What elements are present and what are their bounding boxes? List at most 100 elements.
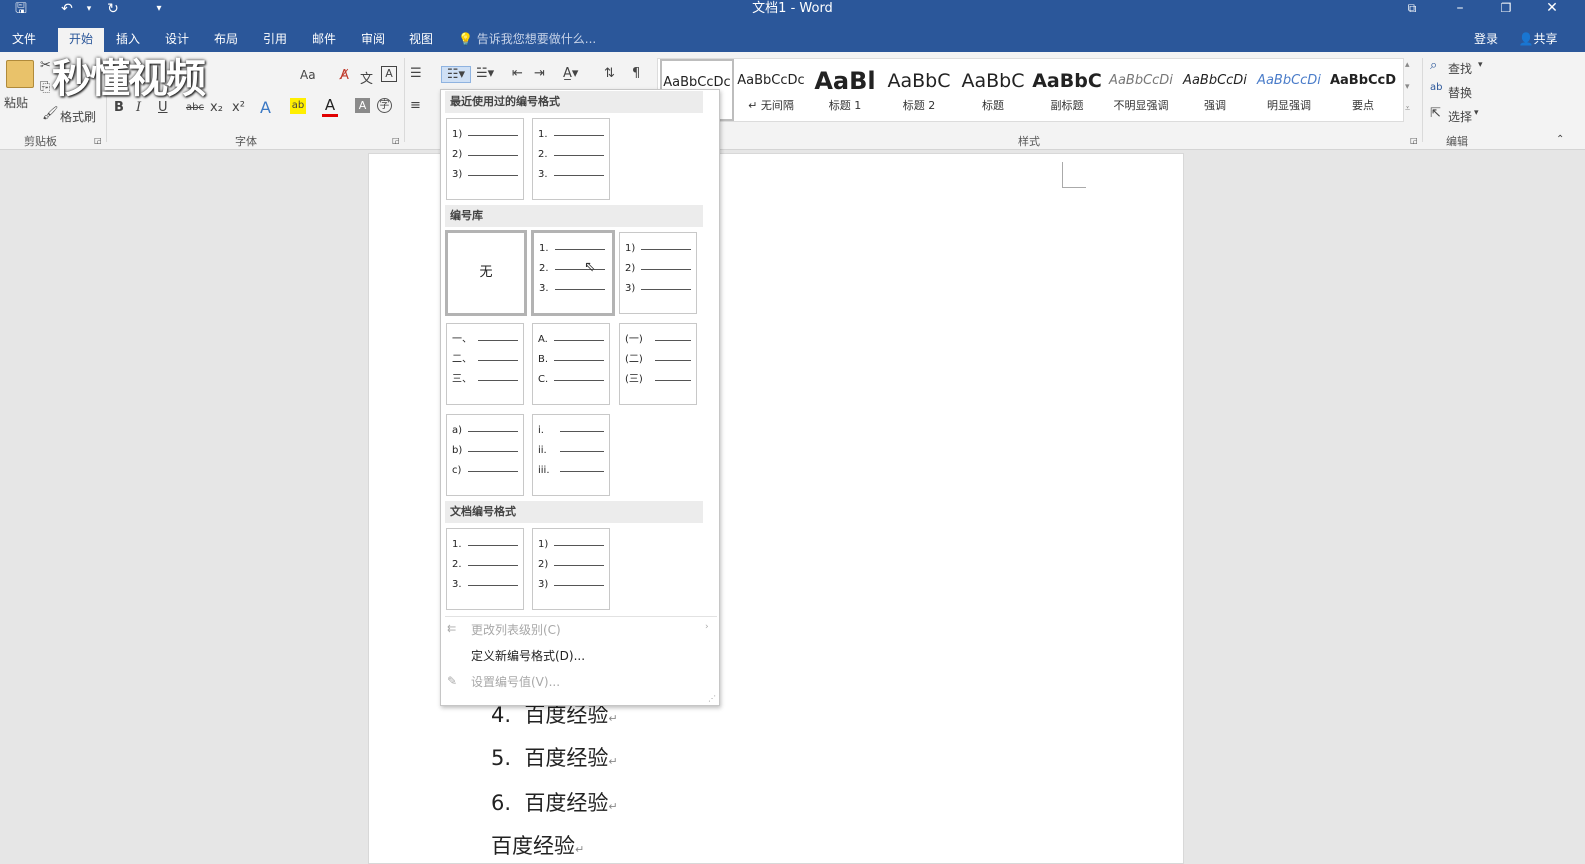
styles-scroll-down-icon[interactable]: ▾	[1405, 82, 1410, 92]
bullets-icon[interactable]: ☰	[410, 66, 422, 81]
lightbulb-icon: 💡	[458, 32, 473, 46]
replace-button[interactable]: 替换	[1448, 84, 1472, 101]
library-format-chinese[interactable]: 一、 二、 三、	[446, 323, 524, 405]
tell-me-box[interactable]: 💡 告诉我您想要做什么...	[458, 28, 596, 52]
paragraph-mark: ↵	[608, 800, 618, 813]
show-marks-icon[interactable]: ¶	[632, 66, 640, 81]
tab-mailings[interactable]: 邮件	[304, 28, 344, 52]
style-title[interactable]: AaBbC 标题	[956, 59, 1030, 121]
person-icon: 👤	[1518, 32, 1534, 46]
library-format-lower-alpha[interactable]: a) b) c)	[446, 414, 524, 496]
font-color-icon[interactable]: A	[322, 96, 338, 117]
recent-format-paren[interactable]: 1) 2) 3)	[446, 118, 524, 200]
style-preview: AaBbCcDc	[737, 73, 805, 88]
change-case-button[interactable]: Aa	[300, 68, 316, 82]
library-format-dot[interactable]: 1. 2. 3. ⇖	[531, 230, 615, 316]
login-link[interactable]: 登录	[1466, 28, 1506, 52]
style-emphasis[interactable]: AaBbCcDi 强调	[1178, 59, 1252, 121]
align-left-icon[interactable]: ≡	[410, 98, 421, 113]
phonetic-guide-icon[interactable]: 文	[360, 68, 373, 87]
paste-button-label[interactable]: 粘贴	[4, 94, 28, 111]
recent-formats-header: 最近使用过的编号格式	[445, 91, 703, 113]
library-format-paren[interactable]: 1) 2) 3)	[619, 232, 697, 314]
paste-icon[interactable]	[6, 60, 34, 88]
select-icon[interactable]: ⇱	[1430, 106, 1441, 121]
ribbon-tabs: 文件 开始 插入 设计 布局 引用 邮件 审阅 视图 💡 告诉我您想要做什么..…	[0, 28, 1585, 52]
set-value-icon: ✎	[447, 674, 458, 688]
library-format-chinese-paren[interactable]: (一) (二) (三)	[619, 323, 697, 405]
restore-button[interactable]: ❐	[1486, 0, 1526, 18]
select-button[interactable]: 选择	[1448, 108, 1472, 125]
numbering-button-active[interactable]: ☷▾	[441, 66, 471, 83]
tab-layout[interactable]: 布局	[206, 28, 246, 52]
increase-indent-icon[interactable]: ⇥	[534, 66, 545, 81]
tab-view[interactable]: 视图	[401, 28, 441, 52]
style-subtitle[interactable]: AaBbC 副标题	[1030, 59, 1104, 121]
style-no-spacing[interactable]: AaBbCcDc ↵ 无间隔	[734, 59, 808, 121]
paragraph-text: 百度经验	[491, 834, 575, 858]
character-border-icon[interactable]: A	[381, 66, 397, 82]
style-name: 标题	[982, 99, 1004, 112]
numbering-none-tile[interactable]: 无	[445, 230, 527, 316]
ribbon-display-options-icon[interactable]: ⧉	[1392, 0, 1432, 18]
format-painter-icon[interactable]: 🖌	[42, 106, 59, 121]
select-dropdown-icon[interactable]: ▾	[1474, 108, 1479, 118]
style-heading-2[interactable]: AaBbC 标题 2	[882, 59, 956, 121]
paragraph[interactable]: 百度经验↵	[491, 830, 584, 860]
style-preview: AaBbC	[961, 70, 1025, 92]
replace-icon[interactable]: ab	[1430, 82, 1442, 93]
margin-corner-mark	[1062, 162, 1086, 188]
format-painter-label[interactable]: 格式刷	[60, 108, 96, 125]
decrease-indent-icon[interactable]: ⇤	[512, 66, 523, 81]
share-button[interactable]: 👤共享	[1510, 28, 1566, 52]
find-button[interactable]: 查找	[1448, 60, 1472, 77]
style-intense-emphasis[interactable]: AaBbCcDi 明显强调	[1252, 59, 1326, 121]
list-item[interactable]: 6. 百度经验↵	[491, 787, 618, 817]
find-icon[interactable]: ⌕	[1430, 58, 1437, 73]
style-name: 标题 2	[902, 99, 936, 112]
chinese-layout-icon[interactable]: A̲▾	[563, 66, 578, 81]
style-name: 副标题	[1050, 99, 1084, 112]
list-text: 百度经验	[524, 703, 609, 727]
text-effects-icon[interactable]: A	[260, 98, 271, 117]
style-preview: AaBbCcDi	[1257, 73, 1321, 88]
close-button[interactable]: ✕	[1532, 0, 1572, 18]
clipboard-launcher-icon[interactable]: ◲	[94, 136, 102, 145]
recent-format-dot[interactable]: 1. 2. 3.	[532, 118, 610, 200]
list-text: 百度经验	[524, 791, 609, 815]
resize-grip-icon[interactable]: ⋰	[708, 694, 716, 703]
library-format-upper-alpha[interactable]: A. B. C.	[532, 323, 610, 405]
collapse-ribbon-icon[interactable]: ⌃	[1556, 134, 1564, 145]
style-subtle-emphasis[interactable]: AaBbCcDi 不明显强调	[1104, 59, 1178, 121]
find-dropdown-icon[interactable]: ▾	[1478, 60, 1483, 70]
font-launcher-icon[interactable]: ◲	[392, 136, 400, 145]
document-format-dot[interactable]: 1. 2. 3.	[446, 528, 524, 610]
tab-file[interactable]: 文件	[4, 28, 44, 52]
sort-icon[interactable]: ⇅	[604, 66, 615, 81]
style-heading-1[interactable]: AaBl 标题 1	[808, 59, 882, 121]
define-new-format-item[interactable]: 定义新编号格式(D)...	[471, 644, 585, 668]
style-preview: AaBl	[814, 67, 876, 95]
styles-launcher-icon[interactable]: ◲	[1410, 136, 1418, 145]
style-strong[interactable]: AaBbCcD 要点	[1326, 59, 1400, 121]
highlight-icon[interactable]: ab	[290, 98, 306, 114]
styles-more-icon[interactable]: ⩡	[1405, 104, 1410, 114]
copy-icon[interactable]: ⎘	[40, 80, 50, 95]
style-name: 强调	[1204, 99, 1226, 112]
set-numbering-value-item: 设置编号值(V)...	[471, 675, 561, 689]
cut-icon[interactable]: ✂	[40, 58, 51, 73]
tab-references[interactable]: 引用	[255, 28, 295, 52]
minimize-button[interactable]: –	[1440, 0, 1480, 18]
tab-review[interactable]: 审阅	[353, 28, 393, 52]
list-item[interactable]: 5. 百度经验↵	[491, 742, 618, 772]
clear-format-icon[interactable]: A̸	[340, 68, 349, 83]
character-shading-icon[interactable]: A	[355, 98, 370, 113]
document-format-paren[interactable]: 1) 2) 3)	[532, 528, 610, 610]
enclose-characters-icon[interactable]: 字	[377, 98, 392, 113]
subscript-button[interactable]: x₂	[210, 100, 223, 115]
mouse-cursor-icon: ⇖	[584, 259, 596, 275]
library-format-roman[interactable]: i. ii. iii.	[532, 414, 610, 496]
superscript-button[interactable]: x²	[232, 100, 245, 115]
multilevel-list-icon[interactable]: ☱▾	[476, 66, 494, 81]
styles-scroll-up-icon[interactable]: ▴	[1405, 60, 1410, 70]
